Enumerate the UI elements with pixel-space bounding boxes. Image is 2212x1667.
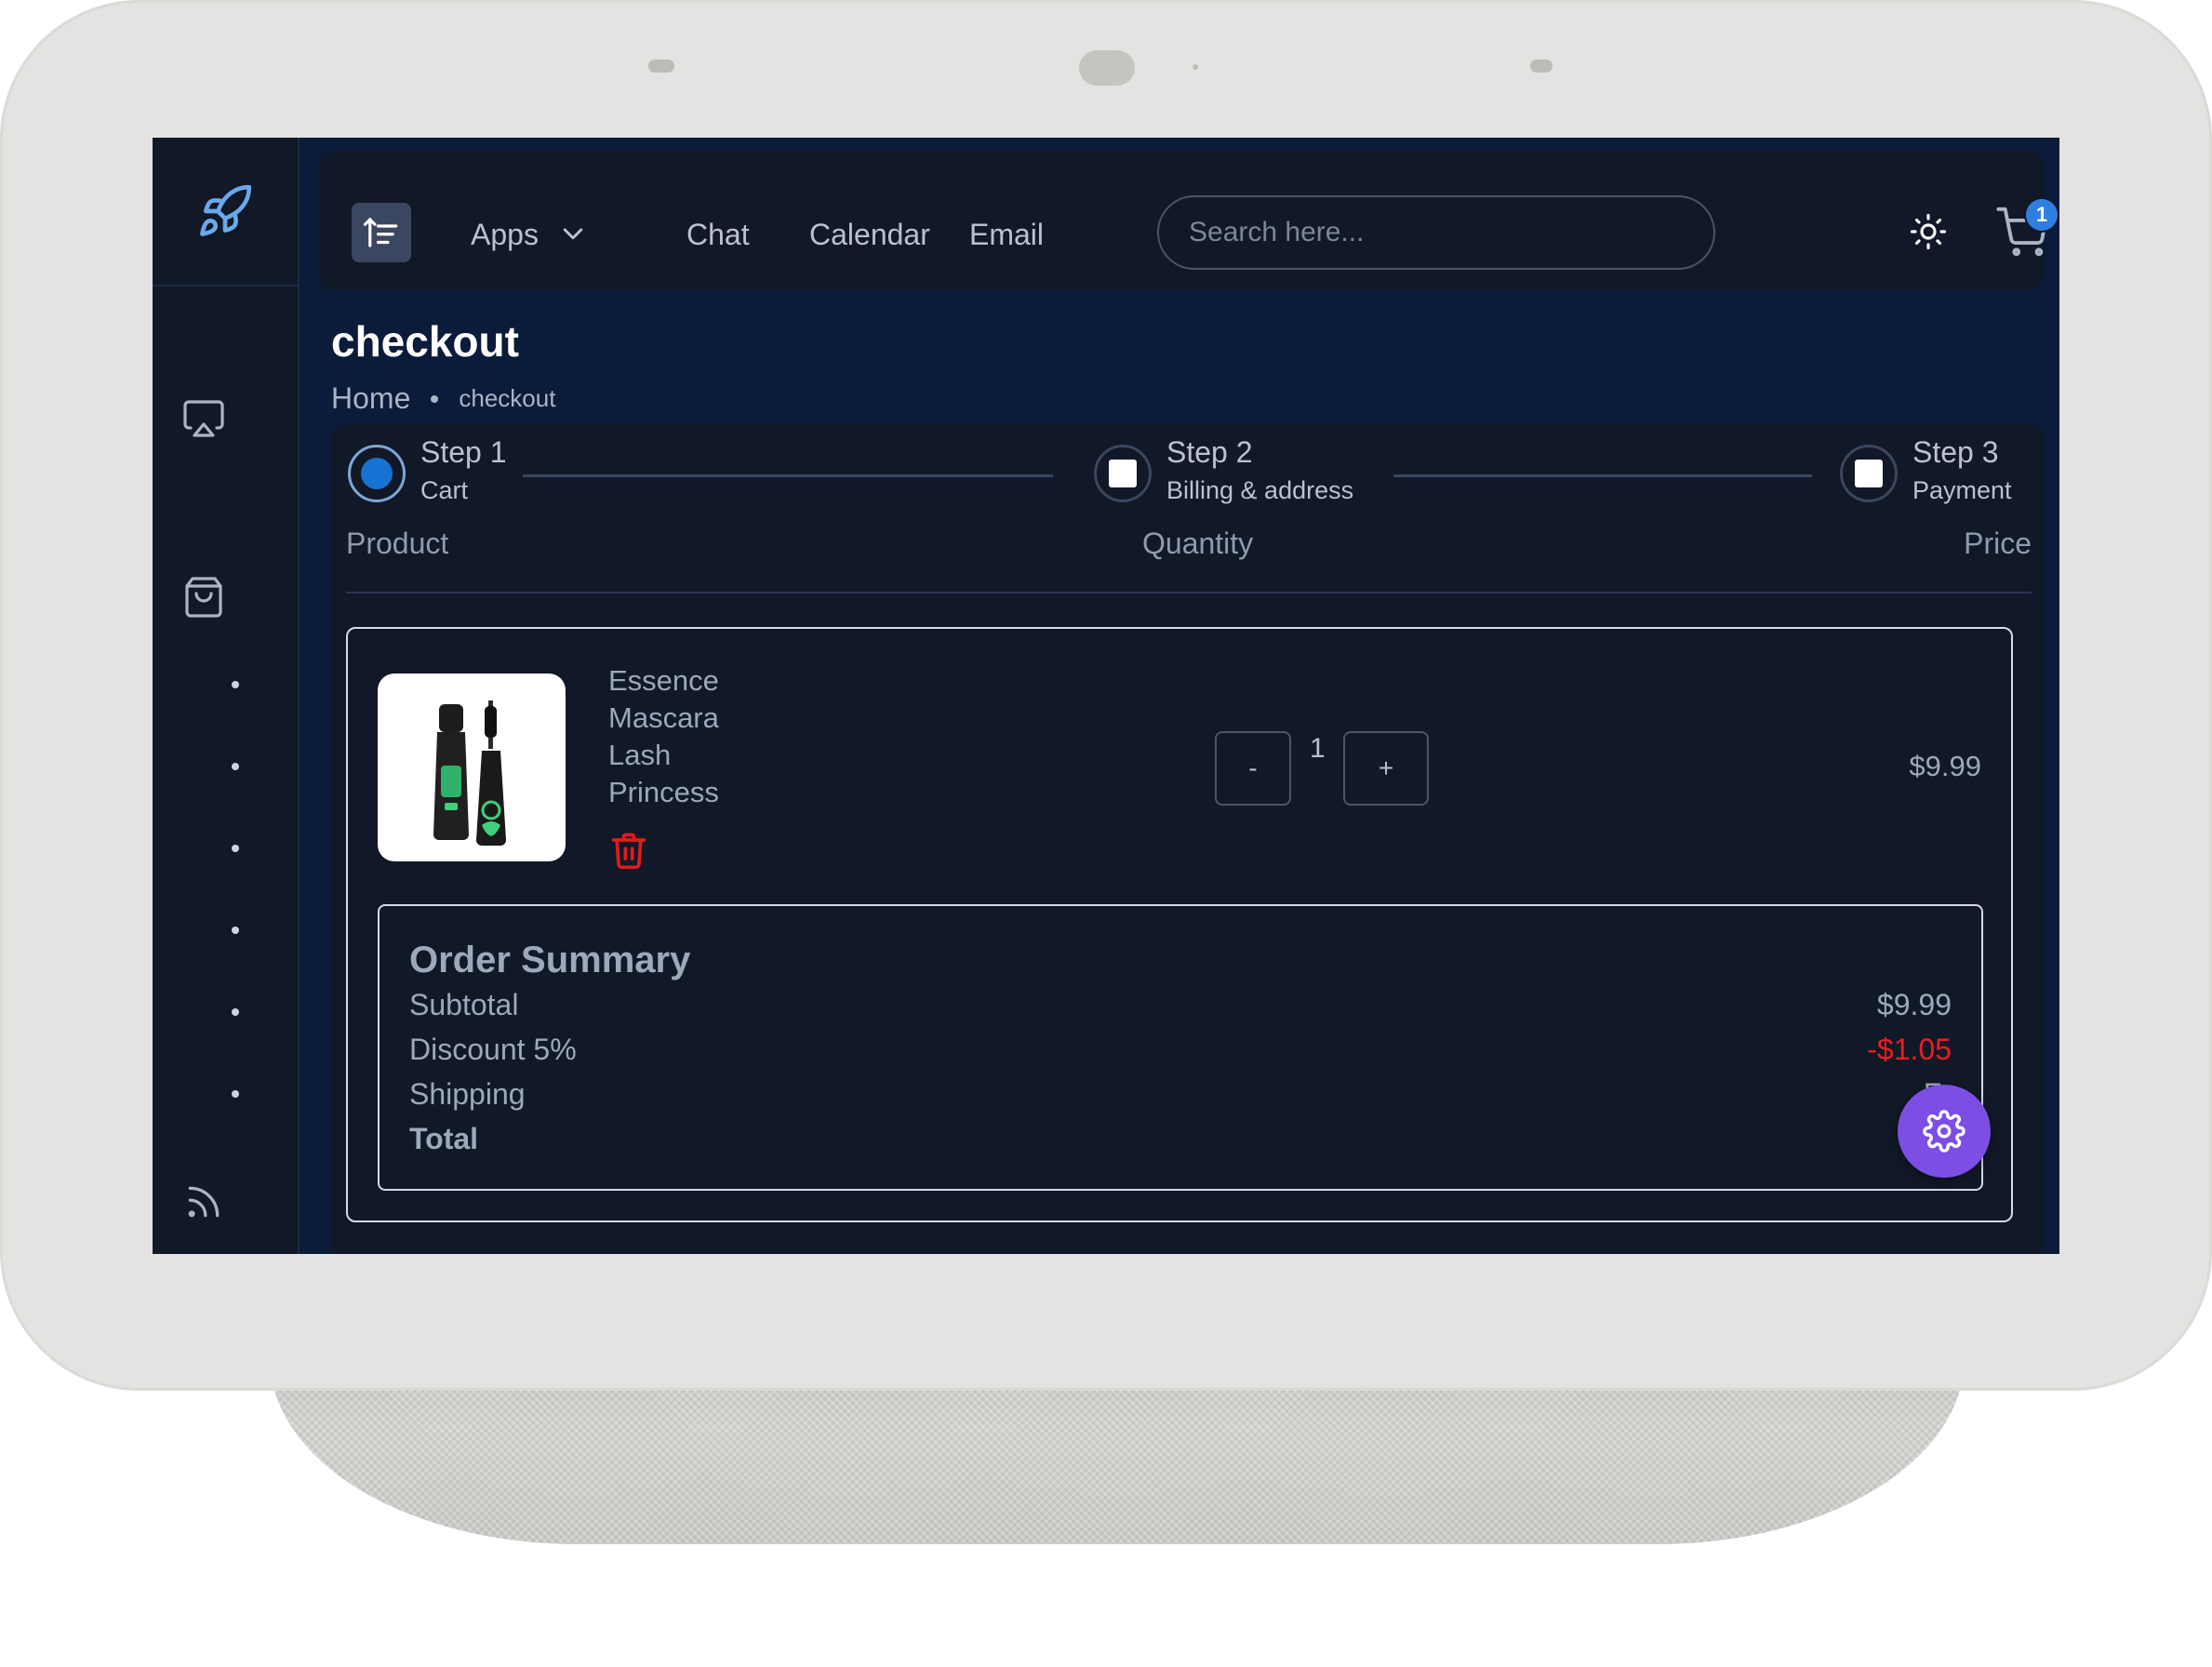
- step-connector: [523, 474, 1053, 477]
- product-name[interactable]: Essence Mascara Lash Princess: [608, 662, 757, 811]
- sensor: [1530, 60, 1552, 73]
- column-header-price: Price: [1964, 527, 2032, 560]
- product-image: [378, 673, 566, 861]
- discount-label: Discount 5%: [409, 1033, 577, 1066]
- quantity-value: 1: [1310, 733, 1326, 764]
- apps-label: Apps: [471, 218, 539, 251]
- step-3-indicator[interactable]: [1840, 445, 1898, 502]
- header-divider: [346, 592, 2032, 593]
- sidebar-item-feed[interactable]: [153, 1181, 255, 1222]
- sidebar-subitem-dot[interactable]: [232, 845, 239, 852]
- checkout-card: Step 1 Cart Step 2 Billing & address Ste…: [331, 424, 2045, 1254]
- shipping-label: Shipping: [409, 1077, 526, 1111]
- cart-count-badge: 1: [2024, 197, 2059, 233]
- sidebar-subitem-dot[interactable]: [232, 1090, 239, 1098]
- apps-dropdown[interactable]: Apps: [471, 218, 587, 251]
- step-2-indicator[interactable]: [1094, 445, 1152, 502]
- settings-fab-button[interactable]: [1898, 1085, 1991, 1178]
- item-price: $9.99: [1909, 750, 1981, 782]
- sidebar-subitem-dot[interactable]: [232, 927, 239, 934]
- chevron-down-icon: [563, 228, 583, 240]
- step-1-title: Step 1: [420, 435, 507, 469]
- page-title: checkout: [331, 317, 519, 366]
- breadcrumb-separator: [431, 394, 439, 403]
- summary-subtotal-row: Subtotal $9.99: [409, 988, 1952, 1022]
- nav-link-chat[interactable]: Chat: [686, 218, 750, 251]
- rocket-icon: [200, 184, 252, 236]
- camera: [1079, 50, 1135, 86]
- breadcrumb: Home checkout: [331, 381, 555, 416]
- summary-total-row: Total $8: [409, 1122, 1952, 1156]
- sidebar-item-dashboard[interactable]: [153, 396, 255, 441]
- sidebar-logo[interactable]: [153, 138, 298, 287]
- summary-shipping-row: Shipping Fr: [409, 1077, 1952, 1112]
- sidebar-item-shop[interactable]: [153, 575, 255, 620]
- nav-link-calendar[interactable]: Calendar: [809, 218, 930, 251]
- search-input[interactable]: [1157, 195, 1715, 270]
- step-2-subtitle: Billing & address: [1166, 476, 1354, 504]
- step-1-indicator[interactable]: [348, 445, 406, 502]
- sidebar-subitem-dot[interactable]: [232, 763, 239, 770]
- step-1-subtitle: Cart: [420, 476, 469, 504]
- column-header-quantity: Quantity: [1142, 527, 1254, 560]
- monitor-icon: [183, 400, 224, 437]
- order-summary: Order Summary Subtotal $9.99 Discount 5%…: [378, 904, 1983, 1191]
- top-bar: Apps Chat Calendar Email 1 A: [318, 151, 2059, 290]
- sensor: [1193, 64, 1198, 70]
- breadcrumb-current: checkout: [459, 384, 556, 412]
- theme-toggle-button[interactable]: [1909, 212, 1948, 256]
- menu-toggle-button[interactable]: [352, 203, 411, 262]
- sidebar-subitem-dot[interactable]: [232, 1008, 239, 1016]
- step-3-subtitle: Payment: [1912, 476, 2012, 504]
- breadcrumb-home-link[interactable]: Home: [331, 381, 410, 416]
- step-2-title: Step 2: [1166, 435, 1253, 469]
- cart-button[interactable]: 1: [1996, 197, 2059, 264]
- step-connector: [1393, 474, 1812, 477]
- shopping-bag-icon: [185, 577, 222, 618]
- sensor: [648, 60, 674, 73]
- sidebar-subitem-dot[interactable]: [232, 681, 239, 688]
- menu-toggle-icon: [363, 217, 398, 247]
- increase-quantity-button[interactable]: +: [1343, 731, 1429, 806]
- device-screen: Apps Chat Calendar Email 1 A: [153, 138, 2059, 1254]
- sidebar: [153, 138, 300, 1254]
- remove-item-button[interactable]: [608, 828, 649, 877]
- mascara-product-image: [433, 700, 506, 846]
- discount-value: -$1.05: [1867, 1033, 1952, 1066]
- total-label: Total: [409, 1122, 479, 1155]
- rss-icon: [188, 1186, 220, 1218]
- step-2-marker: [1109, 460, 1137, 487]
- gear-icon: [1923, 1110, 1965, 1153]
- column-header-product: Product: [346, 527, 449, 560]
- decrease-quantity-button[interactable]: -: [1215, 731, 1291, 806]
- step-1-active-dot: [361, 458, 393, 489]
- step-3-marker: [1855, 460, 1883, 487]
- step-3-title: Step 3: [1912, 435, 1999, 469]
- summary-discount-row: Discount 5% -$1.05: [409, 1033, 1952, 1067]
- nav-link-email[interactable]: Email: [969, 218, 1044, 251]
- sun-icon: [1910, 213, 1947, 250]
- subtotal-value: $9.99: [1876, 988, 1952, 1021]
- cart-item-list: Essence Mascara Lash Princess - 1 + $9.9…: [346, 627, 2013, 1222]
- order-summary-title: Order Summary: [409, 940, 691, 980]
- trash-icon: [611, 833, 646, 870]
- subtotal-label: Subtotal: [409, 988, 519, 1021]
